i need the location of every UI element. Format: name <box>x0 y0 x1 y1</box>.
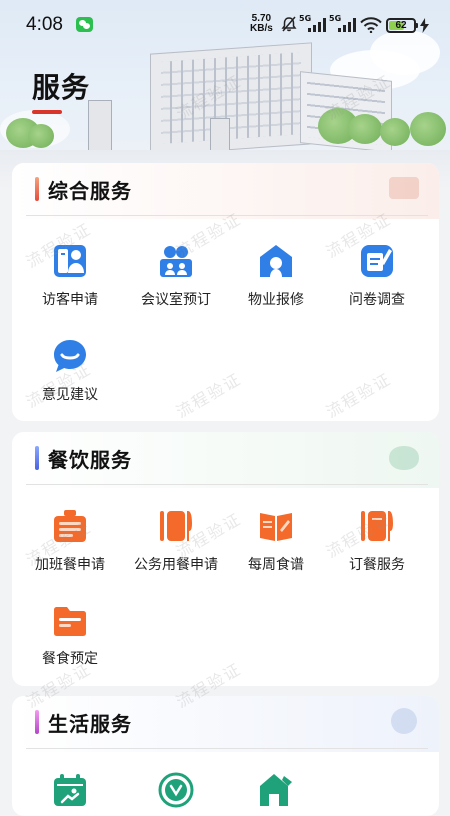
meeting-room-icon <box>160 246 192 277</box>
service-label: 物业报修 <box>248 292 304 308</box>
weekly-menu-icon <box>260 513 292 541</box>
feedback-icon <box>54 340 86 372</box>
wechat-icon <box>76 17 93 32</box>
service-sports-booking[interactable] <box>16 772 124 816</box>
service-overtime-meal[interactable]: 加班餐申请 <box>16 508 124 588</box>
fitness-icon <box>158 772 194 808</box>
section-accent-bar <box>35 177 39 201</box>
service-label: 加班餐申请 <box>35 557 105 573</box>
signal-icon-a <box>308 18 326 32</box>
service-label: 会议室预订 <box>141 292 211 308</box>
service-label: 订餐服务 <box>349 557 405 573</box>
service-feedback[interactable]: 意见建议 <box>16 338 124 418</box>
service-property-repair[interactable]: 物业报修 <box>222 243 330 323</box>
section-title: 综合服务 <box>48 179 132 203</box>
home-service-icon <box>260 774 292 806</box>
section-accent-bar <box>35 710 39 734</box>
service-visitor-application[interactable]: 访客申请 <box>16 243 124 323</box>
order-meal-icon <box>361 511 393 541</box>
service-label: 公务用餐申请 <box>134 557 218 573</box>
service-weekly-menu[interactable]: 每周食谱 <box>222 508 330 588</box>
battery-icon: 62 <box>386 18 416 33</box>
network-speed-unit: KB/s <box>250 23 273 34</box>
service-meeting-room-booking[interactable]: 会议室预订 <box>122 243 230 323</box>
section-title: 生活服务 <box>48 712 132 736</box>
status-bar: 4:08 5.70 KB/s 5G 5G 62 <box>0 0 450 52</box>
visitor-icon <box>54 245 86 277</box>
status-time: 4:08 <box>26 14 63 35</box>
service-questionnaire[interactable]: 问卷调查 <box>323 243 431 323</box>
title-underline <box>32 110 62 114</box>
wifi-icon <box>360 17 382 33</box>
official-meal-icon <box>160 511 192 541</box>
sports-calendar-icon <box>54 774 86 806</box>
service-label: 问卷调查 <box>349 292 405 308</box>
service-fitness[interactable] <box>122 772 230 816</box>
section-dining-services: 餐饮服务 加班餐申请 公务用餐申请 每周食谱 订餐服务 餐食预定 <box>12 432 439 686</box>
mute-bell-icon <box>281 16 297 32</box>
service-official-meal[interactable]: 公务用餐申请 <box>122 508 230 588</box>
service-meal-ordering[interactable]: 订餐服务 <box>323 508 431 588</box>
service-home[interactable] <box>222 772 330 816</box>
overtime-meal-icon <box>54 510 86 542</box>
service-label: 意见建议 <box>42 387 98 403</box>
page-title: 服务 <box>32 71 91 104</box>
signal-icon-b <box>338 18 356 32</box>
charging-icon <box>420 18 429 33</box>
questionnaire-icon <box>361 245 393 277</box>
section-accent-bar <box>35 446 39 470</box>
service-label: 餐食预定 <box>42 651 98 667</box>
service-label: 每周食谱 <box>248 557 304 573</box>
meal-reservation-icon <box>54 607 86 636</box>
section-title: 餐饮服务 <box>48 448 132 472</box>
section-life-services: 生活服务 <box>12 696 439 816</box>
property-repair-icon <box>260 245 292 277</box>
service-label: 访客申请 <box>42 292 98 308</box>
network-speed: 5.70 KB/s <box>250 14 273 34</box>
service-meal-reservation[interactable]: 餐食预定 <box>16 602 124 682</box>
section-general-services: 综合服务 访客申请 会议室预订 物业报修 问卷调查 意见建议 <box>12 163 439 421</box>
battery-level: 62 <box>395 20 407 31</box>
